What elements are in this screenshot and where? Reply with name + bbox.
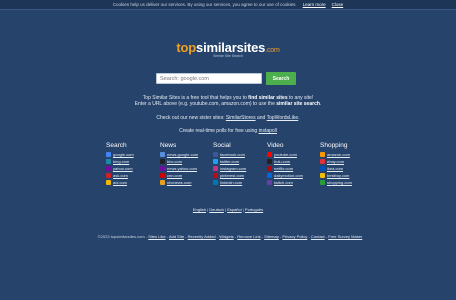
category-link[interactable]: netflix.com xyxy=(267,165,319,172)
category-title: Social xyxy=(213,142,231,149)
category-link[interactable]: aol.com xyxy=(106,179,158,186)
category-news: News news.google.com bbc.com news.yahoo.… xyxy=(160,142,212,186)
category-link[interactable]: amazon.com xyxy=(320,151,372,158)
topwordslike-link[interactable]: TopWordsLike xyxy=(267,115,299,121)
lang-deutsch[interactable]: Deutsch xyxy=(209,207,224,212)
favicon-icon xyxy=(267,173,272,178)
category-shopping: Shopping amazon.com ebay.com ikea.com be… xyxy=(320,142,372,186)
favicon-icon xyxy=(106,159,111,164)
footer-link-widgets[interactable]: Widgets xyxy=(219,234,233,239)
instapoll-link[interactable]: instapoll xyxy=(259,128,277,134)
category-link[interactable]: cnn.com xyxy=(160,172,212,179)
favicon-icon xyxy=(213,166,218,171)
category-link[interactable]: ask.com xyxy=(106,172,158,179)
cookie-banner: Cookies help us deliver our services. By… xyxy=(0,0,456,10)
favicon-icon xyxy=(320,159,325,164)
favicon-icon xyxy=(267,180,272,185)
favicon-icon xyxy=(320,173,325,178)
favicon-icon xyxy=(106,166,111,171)
search-input[interactable] xyxy=(156,73,262,84)
footer-link-survey-maker[interactable]: Free Survey Maker xyxy=(328,234,362,239)
search-form: Search xyxy=(156,72,296,85)
logo-sites: sites xyxy=(236,40,266,55)
favicon-icon xyxy=(160,159,165,164)
footer: ©2023 topsimilarsites.com - Sites Like -… xyxy=(97,234,363,239)
category-link[interactable]: facebook.com xyxy=(213,151,265,158)
favicon-icon xyxy=(160,173,165,178)
footer-link-recently-added[interactable]: Recently Added xyxy=(188,234,216,239)
favicon-icon xyxy=(106,173,111,178)
footer-link-contact[interactable]: Contact xyxy=(311,234,325,239)
category-link[interactable]: hulu.com xyxy=(267,158,319,165)
favicon-icon xyxy=(160,152,165,157)
lang-espanol[interactable]: Español xyxy=(227,207,241,212)
category-video: Video youtube.com hulu.com netflix.com d… xyxy=(267,142,319,186)
category-link[interactable]: ebay.com xyxy=(320,158,372,165)
category-title: Video xyxy=(267,142,284,149)
intro-text: Top Similar Sites is a free tool that he… xyxy=(0,95,456,107)
category-link[interactable]: google.com xyxy=(106,151,158,158)
category-link[interactable]: pinterest.com xyxy=(213,172,265,179)
favicon-icon xyxy=(160,180,165,185)
category-link[interactable]: youtube.com xyxy=(267,151,319,158)
favicon-icon xyxy=(320,180,325,185)
tagline: Similar Site Search xyxy=(213,54,243,58)
category-link[interactable]: twitch.com xyxy=(267,179,319,186)
favicon-icon xyxy=(213,180,218,185)
favicon-icon xyxy=(213,152,218,157)
favicon-icon xyxy=(106,180,111,185)
favicon-icon xyxy=(320,166,325,171)
lang-portugues[interactable]: Português xyxy=(245,207,263,212)
category-link[interactable]: ikea.com xyxy=(320,165,372,172)
footer-link-add-site[interactable]: Add Site xyxy=(169,234,184,239)
cookie-text: Cookies help us deliver our services. By… xyxy=(112,2,297,7)
category-link[interactable]: bestbuy.com xyxy=(320,172,372,179)
category-title: News xyxy=(160,142,177,149)
site-logo[interactable]: topsimilarsites.com xyxy=(0,40,456,55)
similarstores-link[interactable]: SimilarStores xyxy=(226,115,256,121)
footer-link-privacy[interactable]: Privacy Policy xyxy=(282,234,307,239)
footer-link-remove-link[interactable]: Remove Link xyxy=(237,234,260,239)
copyright: ©2023 topsimilarsites.com xyxy=(97,234,145,239)
category-link[interactable]: news.yahoo.com xyxy=(160,165,212,172)
category-search: Search google.com bing.com yahoo.com ask… xyxy=(106,142,158,186)
category-social: Social facebook.com twitter.com instagra… xyxy=(213,142,265,186)
footer-link-sitemap[interactable]: Sitemap xyxy=(264,234,279,239)
favicon-icon xyxy=(213,159,218,164)
category-title: Shopping xyxy=(320,142,348,149)
category-link[interactable]: instagram.com xyxy=(213,165,265,172)
category-link[interactable]: news.google.com xyxy=(160,151,212,158)
category-link[interactable]: dailymotion.com xyxy=(267,172,319,179)
favicon-icon xyxy=(320,152,325,157)
logo-similar: similar xyxy=(196,40,237,55)
category-link[interactable]: nbcnews.com xyxy=(160,179,212,186)
intro-line-2: Enter a URL above (e.g. youtube.com, ama… xyxy=(134,101,322,107)
sister-sites: Check out our new sister sites: SimilarS… xyxy=(156,115,300,121)
favicon-icon xyxy=(160,166,165,171)
category-link[interactable]: shopping.com xyxy=(320,179,372,186)
lang-english[interactable]: English xyxy=(193,207,206,212)
logo-top: top xyxy=(176,40,197,55)
footer-link-sites-like[interactable]: Sites Like xyxy=(148,234,165,239)
category-grid: Search google.com bing.com yahoo.com ask… xyxy=(106,142,366,192)
category-link[interactable]: yahoo.com xyxy=(106,165,158,172)
polls-promo: Create real-time polls for free using in… xyxy=(179,128,277,134)
logo-dotcom: .com xyxy=(265,47,280,54)
category-title: Search xyxy=(106,142,127,149)
favicon-icon xyxy=(267,152,272,157)
favicon-icon xyxy=(267,166,272,171)
category-link[interactable]: bing.com xyxy=(106,158,158,165)
category-link[interactable]: bbc.com xyxy=(160,158,212,165)
cookie-close-link[interactable]: Close xyxy=(332,2,344,7)
learn-more-link[interactable]: Learn more xyxy=(303,2,326,7)
favicon-icon xyxy=(213,173,218,178)
language-switcher: English | Deutsch | Español | Português xyxy=(192,207,264,212)
search-button[interactable]: Search xyxy=(266,72,296,85)
favicon-icon xyxy=(267,159,272,164)
category-link[interactable]: twitter.com xyxy=(213,158,265,165)
favicon-icon xyxy=(106,152,111,157)
category-link[interactable]: linkedin.com xyxy=(213,179,265,186)
